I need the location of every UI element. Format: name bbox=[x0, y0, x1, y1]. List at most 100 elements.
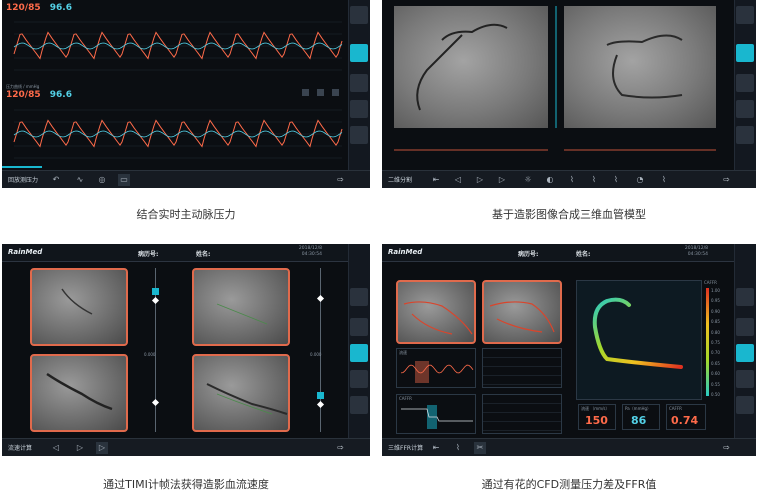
caffr-table bbox=[482, 394, 562, 434]
metric-label: CAFFR bbox=[669, 406, 682, 411]
caption-2: 基于造影图像合成三维血管模型 bbox=[492, 208, 646, 221]
scale-tick-label: 1.00 bbox=[711, 288, 720, 293]
caption-4: 通过有花的CFD测量压力差及FFR值 bbox=[481, 478, 657, 491]
footer-label: 二维分割 bbox=[388, 177, 413, 184]
scale-tick-label: 0.50 bbox=[711, 392, 720, 397]
next-arrow-icon[interactable]: ⇨ bbox=[337, 174, 344, 186]
side-button-4[interactable] bbox=[350, 100, 368, 118]
mean-pressure-value: 96.6 bbox=[49, 90, 72, 100]
bottom-toolbar: 流速计算 ◁ ▷ ▷ ⇨ bbox=[2, 438, 370, 456]
side-toolbar bbox=[348, 0, 370, 188]
side-button-3[interactable] bbox=[736, 344, 754, 362]
palette-icon[interactable]: ◔ bbox=[634, 174, 646, 186]
slider-handle-start[interactable] bbox=[152, 288, 159, 295]
side-toolbar bbox=[734, 0, 756, 188]
metric-value: 150 bbox=[585, 414, 608, 427]
metric-label: 流速 （mm/s） bbox=[581, 406, 610, 411]
brightness-icon[interactable]: ☼ bbox=[522, 174, 534, 186]
side-button-2[interactable] bbox=[736, 44, 754, 62]
footer-label: 流速计算 bbox=[8, 445, 33, 452]
zoom-out-icon[interactable] bbox=[332, 89, 340, 96]
cut-icon[interactable]: ✂ bbox=[474, 442, 486, 454]
systolic-diastolic-value: 120/85 bbox=[6, 90, 41, 100]
scale-tick-label: 0.85 bbox=[711, 319, 720, 325]
footer-label: 三维FFR计算 bbox=[388, 445, 424, 452]
first-frame-icon[interactable]: ⇤ bbox=[430, 174, 442, 186]
side-button-5[interactable] bbox=[736, 126, 754, 144]
side-button-1[interactable] bbox=[736, 6, 754, 24]
next-arrow-icon[interactable]: ⇨ bbox=[723, 174, 730, 186]
bottom-toolbar: 三维FFR计算 ⇤ ⌇ ✂ ⇨ bbox=[382, 438, 756, 456]
waveform-icon[interactable]: ∿ bbox=[74, 174, 86, 186]
slider-value-left: 0.000 bbox=[144, 352, 156, 357]
pressure-chart-bottom bbox=[13, 109, 343, 159]
side-button-4[interactable] bbox=[350, 370, 368, 388]
caption-1: 结合实时主动脉压力 bbox=[136, 208, 236, 221]
side-button-1[interactable] bbox=[350, 6, 368, 24]
vessel-tool-icon[interactable]: ⌇ bbox=[566, 174, 578, 186]
metric-value: 86 bbox=[631, 414, 647, 427]
zoom-controls bbox=[302, 81, 340, 100]
scale-tick-label: 0.95 bbox=[711, 298, 720, 304]
panel-timi-flow: RainMed 病历号: 姓名: 2018/12/8 04:30:54 0.000… bbox=[2, 244, 370, 456]
side-button-1[interactable] bbox=[736, 288, 754, 306]
scale-tick-label: 0.60 bbox=[711, 371, 720, 377]
scale-tick-label: 0.80 bbox=[711, 329, 720, 335]
side-button-2[interactable] bbox=[350, 44, 368, 62]
vessel-overlay bbox=[46, 288, 288, 415]
edit-tool-icon[interactable]: ⌇ bbox=[588, 174, 600, 186]
side-button-4[interactable] bbox=[736, 370, 754, 388]
pressure-bottom-readout: 120/85 96.6 bbox=[6, 90, 72, 100]
side-button-3[interactable] bbox=[350, 344, 368, 362]
rewind-icon[interactable]: ↶ bbox=[50, 174, 62, 186]
vessel-tool-icon[interactable]: ⌇ bbox=[452, 442, 464, 454]
side-button-2[interactable] bbox=[350, 318, 368, 336]
side-button-2[interactable] bbox=[736, 318, 754, 336]
footer-label: 回放测压力 bbox=[8, 177, 39, 184]
record-icon[interactable]: ▷ bbox=[96, 442, 108, 454]
settings-icon[interactable]: ◎ bbox=[96, 174, 108, 186]
play-icon[interactable]: ▷ bbox=[474, 174, 486, 186]
flow-series-line bbox=[400, 364, 474, 374]
metric-flow: 流速 （mm/s） 150 bbox=[578, 404, 616, 430]
panel-aortic-pressure: 120/85 96.6 压力曲线 / mmHg 120/85 96.6 回放测压… bbox=[2, 0, 370, 188]
scale-bar bbox=[706, 288, 709, 396]
zoom-in-icon[interactable] bbox=[317, 89, 325, 96]
scale-tick-label: 0.75 bbox=[711, 340, 720, 345]
scale-title: CAFFR bbox=[704, 280, 717, 285]
scale-tick-label: 0.55 bbox=[711, 381, 720, 387]
flow-chart-label: 流速 bbox=[399, 350, 407, 355]
back-icon[interactable]: ⇤ bbox=[430, 442, 442, 454]
vessel-overlay bbox=[394, 6, 716, 151]
side-button-5[interactable] bbox=[736, 396, 754, 414]
prev-frame-icon[interactable]: ◁ bbox=[452, 174, 464, 186]
caption-3: 通过TIMI计帧法获得造影血流速度 bbox=[103, 478, 269, 491]
panel-cfd-ffr: RainMed 病历号: 姓名: 2018/12/8 04:30:54 流速 CA… bbox=[382, 244, 756, 456]
side-button-1[interactable] bbox=[350, 288, 368, 306]
metric-pa: Pa（mmHg） 86 bbox=[622, 404, 660, 430]
caffr-scale: CAFFR 1.00 0.95 0.90 0.85 0.80 0.75 0.70 0.65 0.… bbox=[704, 280, 724, 400]
path-tool-icon[interactable]: ⌇ bbox=[658, 174, 670, 186]
prev-frame-icon[interactable]: ◁ bbox=[50, 442, 62, 454]
side-button-3[interactable] bbox=[736, 74, 754, 92]
contrast-icon[interactable]: ◐ bbox=[544, 174, 556, 186]
side-button-5[interactable] bbox=[350, 126, 368, 144]
next-arrow-icon[interactable]: ⇨ bbox=[723, 442, 730, 454]
flow-chart: 流速 bbox=[396, 348, 476, 388]
metric-value: 0.74 bbox=[671, 414, 699, 427]
next-frame-icon[interactable]: ▷ bbox=[496, 174, 508, 186]
bottom-toolbar: 回放测压力 ↶ ∿ ◎ ▭ ⇨ bbox=[2, 170, 370, 188]
branch-tool-icon[interactable]: ⌇ bbox=[610, 174, 622, 186]
side-button-5[interactable] bbox=[350, 396, 368, 414]
play-icon[interactable]: ▷ bbox=[74, 442, 86, 454]
side-button-4[interactable] bbox=[736, 100, 754, 118]
dropdown-icon[interactable] bbox=[302, 89, 309, 96]
3d-vessel-view[interactable] bbox=[576, 280, 702, 400]
next-arrow-icon[interactable]: ⇨ bbox=[337, 442, 344, 454]
progress-strip bbox=[2, 166, 42, 168]
pressure-chart-top bbox=[13, 21, 343, 71]
record-icon[interactable]: ▭ bbox=[118, 174, 130, 186]
slider-handle-end[interactable] bbox=[317, 392, 324, 399]
side-button-3[interactable] bbox=[350, 74, 368, 92]
metric-caffr: CAFFR 0.74 bbox=[666, 404, 706, 430]
